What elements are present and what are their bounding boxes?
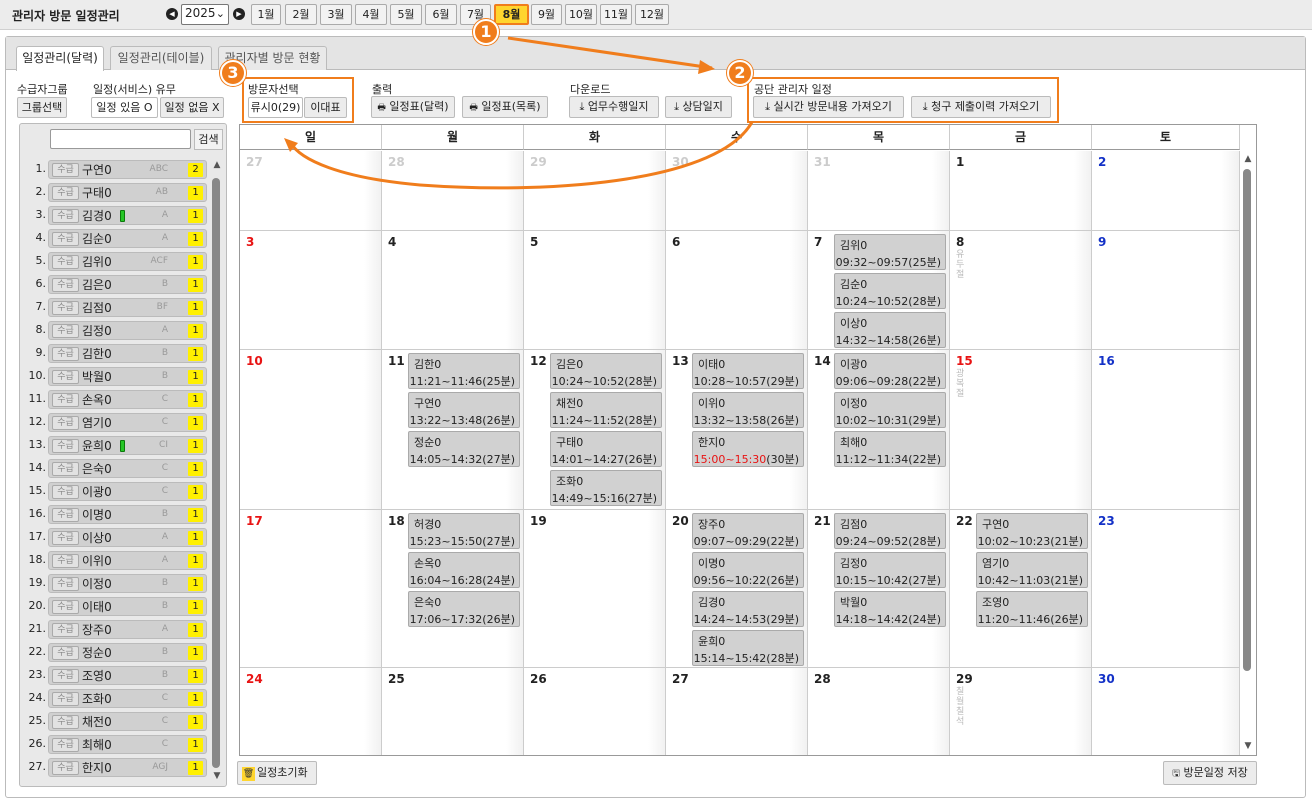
annotation-badge-3: 3 (220, 60, 246, 86)
arrowhead-icon (698, 60, 715, 74)
arrow-1-to-2 (507, 36, 713, 70)
annotation-badge-1: 1 (473, 19, 499, 45)
annotation-badge-2: 2 (727, 60, 753, 86)
arrow-2-to-3 (288, 121, 754, 190)
annotation-arrows (284, 36, 754, 190)
